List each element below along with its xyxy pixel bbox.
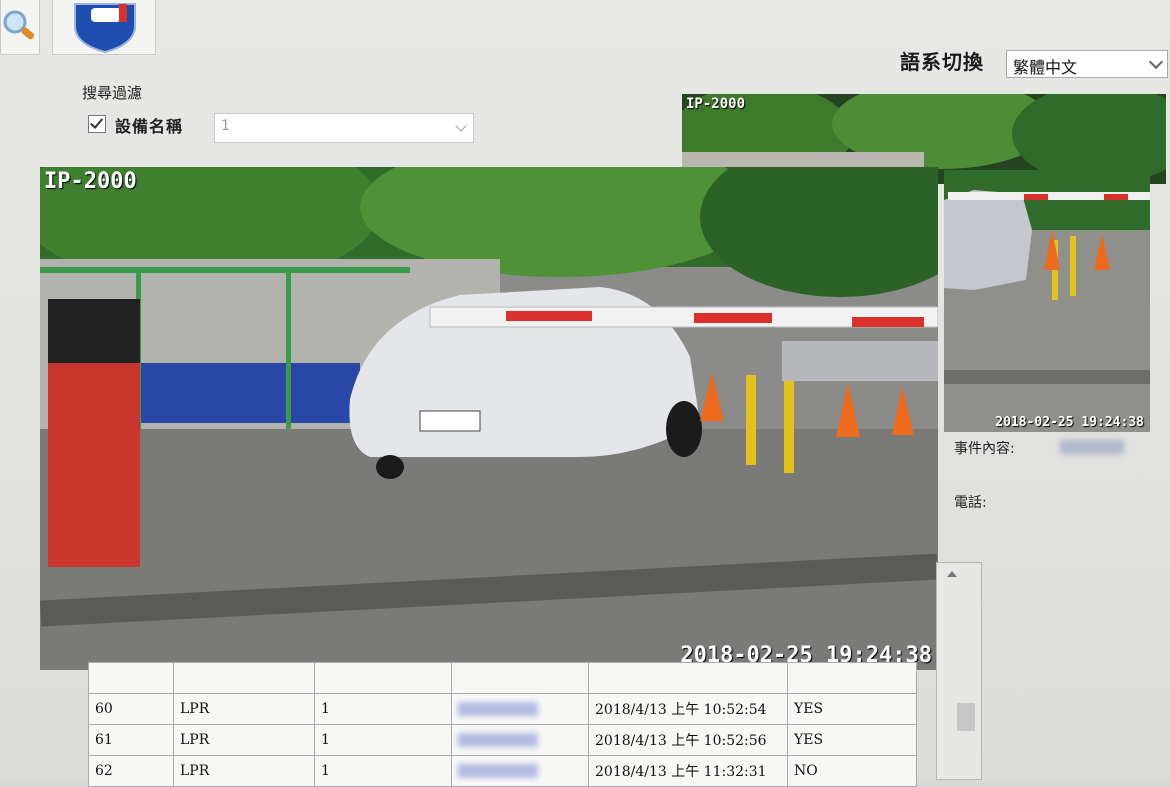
camera-feed-side[interactable]: 2018-02-25 19:24:38 — [944, 170, 1150, 432]
row-plate — [451, 662, 589, 694]
table-row[interactable] — [88, 662, 917, 694]
row-plate — [451, 724, 589, 756]
language-select[interactable]: 繁體中文 — [1006, 50, 1168, 78]
car-shield-icon — [74, 3, 136, 54]
search-icon — [3, 10, 35, 40]
camera-feed-main[interactable]: IP-2000 2018-02-25 19:24:38 — [40, 167, 938, 670]
scroll-up-icon[interactable] — [945, 567, 957, 577]
row-type — [173, 662, 315, 694]
plate-redacted — [458, 702, 538, 716]
event-content-label: 事件內容: — [954, 441, 1015, 457]
row-type: LPR — [173, 755, 315, 787]
device-filter-checkbox[interactable] — [88, 115, 106, 133]
language-selected-value: 繁體中文 — [1013, 58, 1078, 77]
row-type: LPR — [173, 724, 315, 756]
row-plate — [451, 755, 589, 787]
row-status — [787, 662, 917, 694]
row-status: YES — [787, 724, 917, 756]
camera-side-scene — [944, 170, 1150, 432]
device-select-value: 1 — [221, 118, 230, 134]
row-time: 2018/4/13 上午 11:32:31 — [588, 755, 788, 787]
table-row[interactable]: 61 LPR 1 2018/4/13 上午 10:52:56 YES — [88, 724, 917, 756]
camera-main-tag: IP-2000 — [44, 169, 137, 194]
search-tool-button[interactable] — [0, 0, 40, 55]
event-log-table: 60 LPR 1 2018/4/13 上午 10:52:54 YES 61 LP… — [88, 662, 917, 787]
language-label: 語系切換 — [900, 50, 984, 74]
row-type: LPR — [173, 693, 315, 725]
event-content-redacted — [1060, 440, 1124, 454]
table-row[interactable]: 62 LPR 1 2018/4/13 上午 11:32:31 NO — [88, 755, 917, 787]
row-number: 62 — [88, 755, 174, 787]
camera-side-timestamp: 2018-02-25 19:24:38 — [995, 415, 1144, 430]
chevron-down-icon — [455, 120, 467, 132]
row-time: 2018/4/13 上午 10:52:56 — [588, 724, 788, 756]
row-time — [588, 662, 788, 694]
row-plate — [451, 693, 589, 725]
table-row[interactable]: 60 LPR 1 2018/4/13 上午 10:52:54 YES — [88, 693, 917, 725]
row-status: NO — [787, 755, 917, 787]
camera-main-scene — [40, 167, 938, 670]
filter-title: 搜尋過濾 — [82, 84, 143, 102]
chevron-down-icon — [1148, 54, 1164, 70]
row-device — [314, 662, 452, 694]
row-number: 60 — [88, 693, 174, 725]
row-device: 1 — [314, 693, 452, 725]
row-number — [88, 662, 174, 694]
device-select[interactable]: 1 — [214, 113, 474, 143]
row-device: 1 — [314, 755, 452, 787]
plate-redacted — [458, 764, 538, 778]
row-time: 2018/4/13 上午 10:52:54 — [588, 693, 788, 725]
phone-label: 電話: — [954, 495, 987, 511]
camera-top-tag: IP-2000 — [686, 96, 746, 112]
row-device: 1 — [314, 724, 452, 756]
scroll-thumb[interactable] — [957, 703, 975, 731]
check-icon — [89, 115, 104, 129]
plate-redacted — [458, 733, 538, 747]
log-scrollbar[interactable] — [936, 562, 982, 780]
app-window: 語系切換 繁體中文 搜尋過濾 設備名稱 1 IP-2000 2018-02-25… — [0, 0, 1170, 787]
vehicle-tool-button[interactable] — [52, 0, 156, 55]
device-filter-label: 設備名稱 — [115, 117, 184, 136]
row-number: 61 — [88, 724, 174, 756]
row-status: YES — [787, 693, 917, 725]
